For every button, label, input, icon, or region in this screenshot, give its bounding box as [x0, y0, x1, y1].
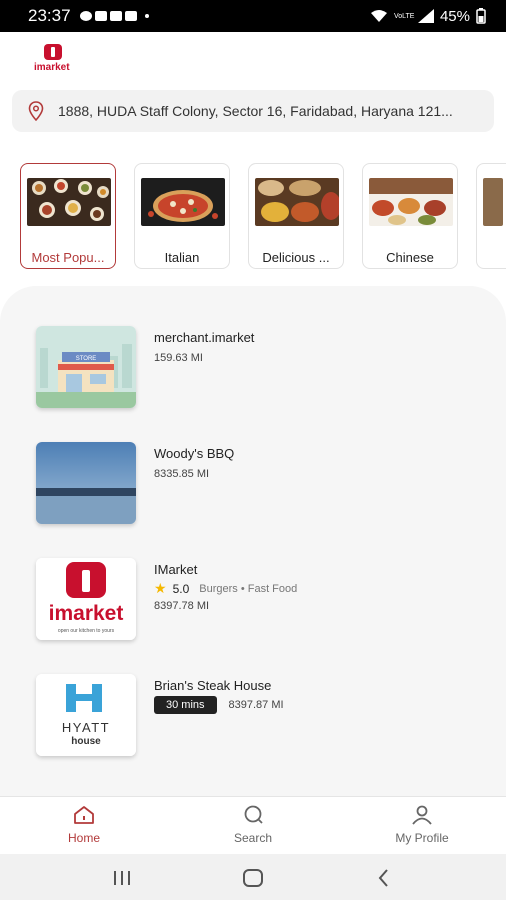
- nav-profile-label: My Profile: [395, 831, 449, 845]
- restaurant-row[interactable]: HYATT house Brian's Steak House 30 mins …: [0, 674, 506, 764]
- search-icon: [244, 805, 263, 824]
- status-bar: 23:37 VoLTE 45%: [0, 0, 506, 32]
- restaurant-thumbnail: [36, 442, 136, 524]
- category-card-partial[interactable]: [476, 163, 506, 269]
- restaurant-distance: 8397.87 MI: [228, 699, 284, 711]
- category-carousel[interactable]: Most Popu... Italian Delicious ... Chine…: [20, 163, 506, 271]
- category-label: Most Popu...: [31, 250, 105, 265]
- nav-home-label: Home: [67, 831, 100, 845]
- restaurant-meta: ★ 5.0 Burgers • Fast Food: [154, 580, 297, 597]
- signal-icon: [417, 9, 434, 23]
- battery-icon: [476, 8, 486, 24]
- restaurant-name: IMarket: [154, 562, 198, 577]
- restaurant-name: Woody's BBQ: [154, 446, 235, 461]
- restaurant-distance: 8335.85 MI: [154, 468, 210, 480]
- restaurant-name: merchant.imarket: [154, 330, 255, 345]
- notification-icons: [77, 11, 149, 21]
- category-card-delicious[interactable]: Delicious ...: [248, 163, 344, 269]
- hyatt-text: HYATT: [62, 720, 110, 735]
- chat-icon: [79, 11, 92, 21]
- youtube-icon: [124, 11, 137, 21]
- restaurant-row[interactable]: STORE merchant.imarket 159.63 MI: [0, 326, 506, 416]
- category-image: [141, 178, 225, 226]
- category-image: [255, 178, 339, 226]
- category-image: [369, 178, 453, 226]
- delivery-time-badge: 30 mins: [154, 696, 217, 714]
- more-notifications-icon: [144, 14, 149, 18]
- category-label: Chinese: [386, 250, 434, 265]
- restaurant-thumbnail: HYATT house: [36, 674, 136, 756]
- restaurant-name: Brian's Steak House: [154, 678, 272, 693]
- delivery-address-bar[interactable]: 1888, HUDA Staff Colony, Sector 16, Fari…: [12, 90, 494, 132]
- system-navigation-bar: [0, 854, 506, 900]
- category-image: [27, 178, 111, 226]
- brand-logo[interactable]: imarket: [28, 42, 78, 78]
- wifi-icon: [370, 10, 387, 22]
- logo-mark-icon: [44, 44, 62, 60]
- profile-icon: [412, 805, 432, 825]
- category-label: Italian: [164, 250, 200, 265]
- location-pin-icon: [28, 101, 44, 121]
- imarket-tagline: open our kitchen to yours: [58, 628, 115, 634]
- restaurant-list[interactable]: STORE merchant.imarket 159.63 MI Woody's…: [0, 286, 506, 796]
- restaurant-meta: 30 mins 8397.87 MI: [154, 696, 284, 714]
- youtube-icon: [109, 11, 122, 21]
- home-button-icon[interactable]: [242, 868, 264, 888]
- network-type: VoLTE: [393, 12, 415, 20]
- restaurant-distance: 8397.78 MI: [154, 600, 210, 612]
- recent-apps-icon[interactable]: [112, 870, 132, 886]
- store-sign-text: STORE: [76, 356, 97, 362]
- nav-search-label: Search: [233, 831, 273, 845]
- restaurant-rating: 5.0: [172, 581, 190, 596]
- category-card-italian[interactable]: Italian: [134, 163, 230, 269]
- nav-home[interactable]: Home: [24, 803, 144, 845]
- restaurant-cuisine: Burgers • Fast Food: [199, 582, 298, 595]
- youtube-icon: [94, 11, 107, 21]
- restaurant-row[interactable]: imarket open our kitchen to yours IMarke…: [0, 558, 506, 648]
- battery-level: 45%: [439, 7, 470, 25]
- nav-search[interactable]: Search: [193, 803, 313, 845]
- restaurant-thumbnail: imarket open our kitchen to yours: [36, 558, 136, 640]
- star-icon: ★: [154, 580, 167, 596]
- status-time: 23:37: [28, 6, 71, 25]
- back-icon[interactable]: [376, 868, 392, 888]
- home-icon: [74, 806, 94, 824]
- address-text: 1888, HUDA Staff Colony, Sector 16, Fari…: [58, 103, 453, 119]
- bottom-navigation: Home Search My Profile: [0, 796, 506, 855]
- category-label: Delicious ...: [262, 250, 330, 265]
- restaurant-row[interactable]: Woody's BBQ 8335.85 MI: [0, 442, 506, 532]
- category-card-chinese[interactable]: Chinese: [362, 163, 458, 269]
- logo-text: imarket: [34, 62, 70, 73]
- restaurant-distance: 159.63 MI: [154, 352, 203, 364]
- imarket-logo-text: imarket: [49, 602, 124, 625]
- category-image: [483, 178, 503, 226]
- category-card-most-popular[interactable]: Most Popu...: [20, 163, 116, 269]
- nav-my-profile[interactable]: My Profile: [362, 803, 482, 845]
- hyatt-house-text: house: [71, 736, 101, 747]
- restaurant-thumbnail: STORE: [36, 326, 136, 408]
